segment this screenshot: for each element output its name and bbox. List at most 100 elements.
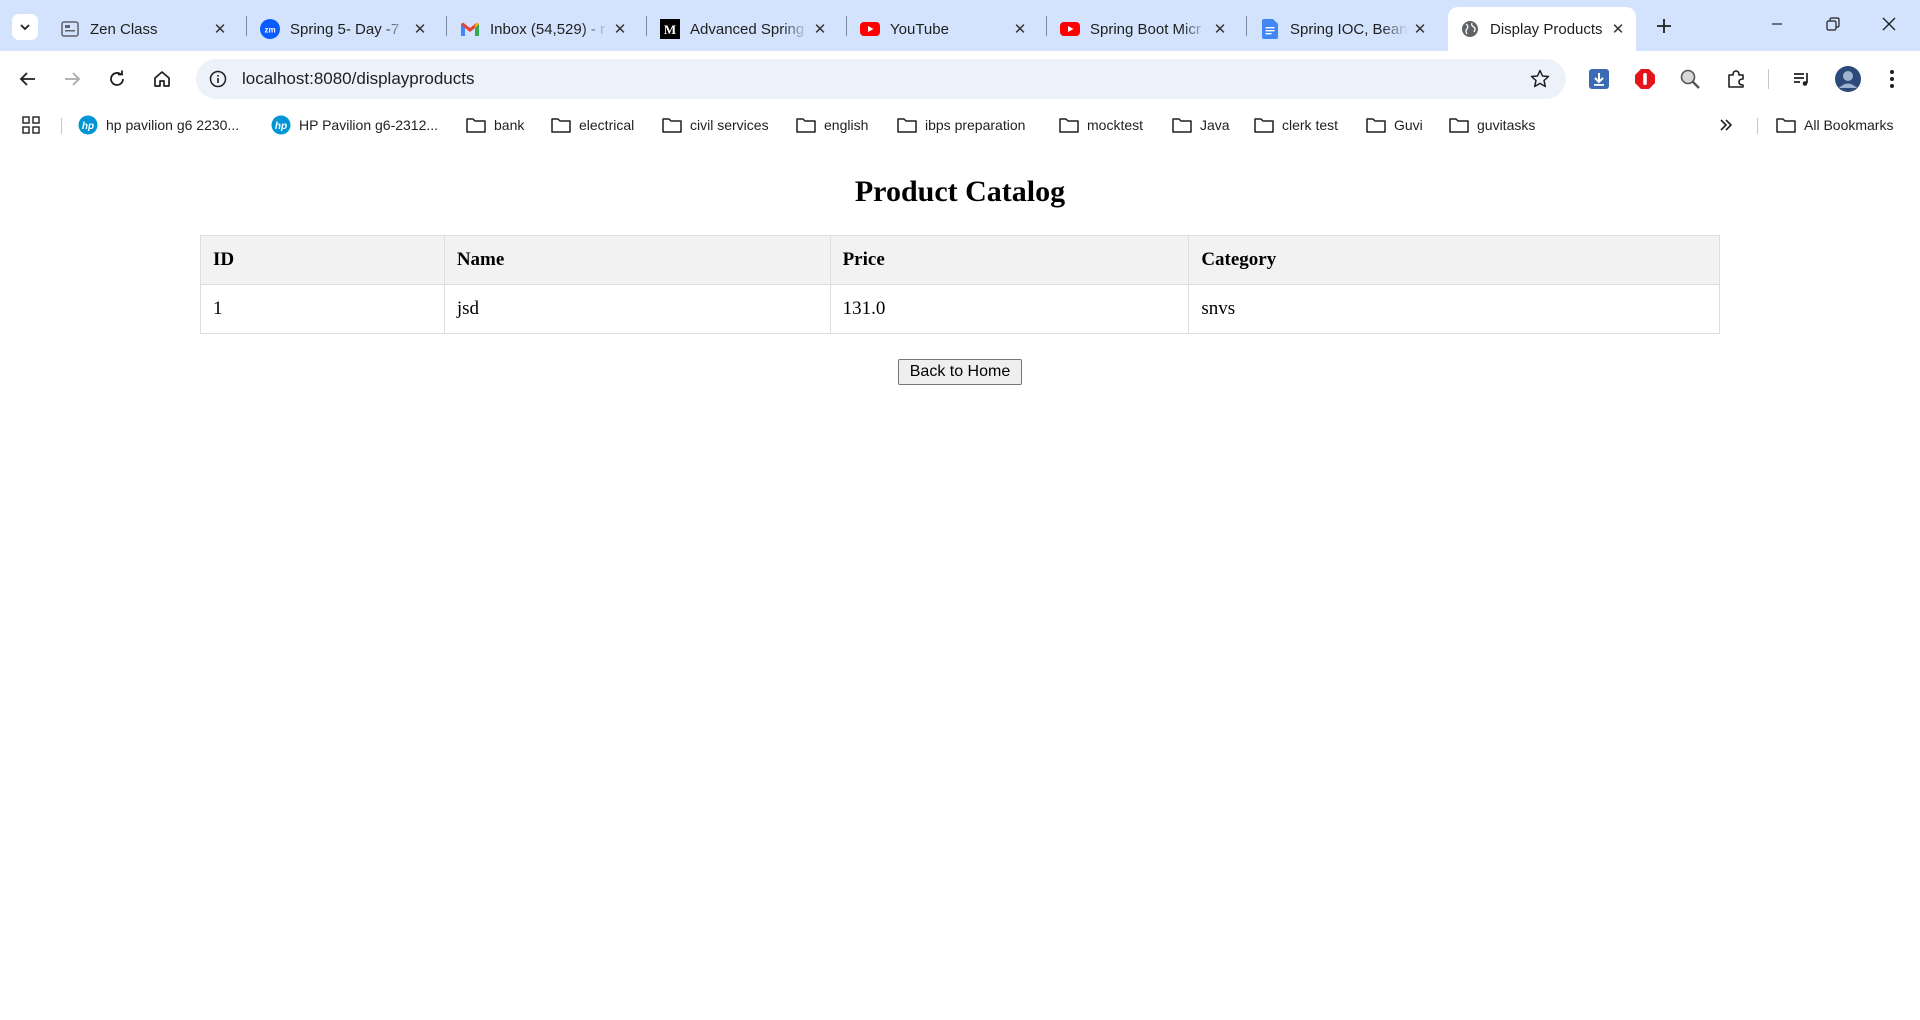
- browser-toolbar: localhost:8080/displayproducts: [0, 51, 1920, 107]
- bookmark-folder-bank[interactable]: bank: [466, 112, 524, 138]
- media-controls-button[interactable]: [1786, 63, 1818, 95]
- tab-zen-class[interactable]: Zen Class ✕: [48, 7, 238, 51]
- bookmark-hp-pavilion-2312[interactable]: hp HP Pavilion g6-2312...: [271, 112, 438, 138]
- stop-hand-icon: [1635, 69, 1655, 89]
- hp-logo-icon: hp: [271, 115, 291, 135]
- tab-youtube[interactable]: YouTube ✕: [848, 7, 1038, 51]
- column-header-id: ID: [200, 235, 445, 285]
- close-icon[interactable]: ✕: [608, 17, 632, 41]
- svg-text:hp: hp: [82, 121, 94, 132]
- close-icon[interactable]: ✕: [1408, 17, 1432, 41]
- tab-search-button[interactable]: [12, 14, 38, 40]
- youtube-icon: [1060, 19, 1080, 39]
- bookmark-star-icon[interactable]: [1528, 67, 1552, 91]
- globe-icon: [1460, 19, 1480, 39]
- bookmark-label: Guvi: [1394, 117, 1423, 133]
- zoom-icon: zm: [260, 19, 280, 39]
- gmail-icon: [460, 19, 480, 39]
- bookmark-folder-guvitasks[interactable]: guvitasks: [1449, 112, 1535, 138]
- cell-name: jsd: [443, 284, 831, 334]
- tab-spring-ioc[interactable]: Spring IOC, Bean ✕: [1248, 7, 1438, 51]
- download-extension-button[interactable]: [1583, 63, 1615, 95]
- bookmark-label: ibps preparation: [925, 117, 1026, 133]
- tab-separator: [246, 16, 247, 36]
- tab-inbox[interactable]: Inbox (54,529) - r ✕: [448, 7, 638, 51]
- close-icon[interactable]: ✕: [1008, 17, 1032, 41]
- folder-icon: [662, 116, 682, 134]
- tab-spring-boot-micro[interactable]: Spring Boot Micr ✕: [1048, 7, 1238, 51]
- page-content: Product Catalog ID Name Price Category 1…: [0, 143, 1920, 1020]
- restore-button[interactable]: [1810, 8, 1856, 40]
- forward-nav-button[interactable]: [56, 63, 88, 95]
- bookmark-folder-english[interactable]: english: [796, 112, 868, 138]
- folder-icon: [466, 116, 486, 134]
- folder-icon: [1449, 116, 1469, 134]
- bookmark-folder-java[interactable]: Java: [1172, 112, 1230, 138]
- close-icon[interactable]: ✕: [408, 17, 432, 41]
- all-bookmarks-button[interactable]: All Bookmarks: [1776, 112, 1893, 138]
- chevron-double-right-icon: [1720, 119, 1733, 131]
- close-icon[interactable]: ✕: [808, 17, 832, 41]
- tab-display-products[interactable]: Display Products ✕: [1448, 7, 1636, 51]
- address-bar[interactable]: localhost:8080/displayproducts: [196, 59, 1566, 99]
- bookmark-label: bank: [494, 117, 525, 133]
- close-window-button[interactable]: [1866, 8, 1912, 40]
- bookmark-folder-clerk-test[interactable]: clerk test: [1254, 112, 1338, 138]
- more-vert-icon: [1890, 70, 1894, 88]
- url-text[interactable]: localhost:8080/displayproducts: [242, 69, 474, 89]
- minimize-button[interactable]: [1754, 8, 1800, 40]
- folder-icon: [1366, 116, 1386, 134]
- puzzle-icon: [1728, 70, 1744, 88]
- tab-advanced-spring[interactable]: M Advanced Spring ✕: [648, 7, 838, 51]
- bookmark-label: english: [824, 117, 869, 133]
- download-icon: [1589, 69, 1609, 89]
- medium-icon: M: [660, 19, 680, 39]
- bookmark-folder-electrical[interactable]: electrical: [551, 112, 634, 138]
- menu-button[interactable]: [1876, 63, 1908, 95]
- all-bookmarks-label: All Bookmarks: [1804, 117, 1894, 133]
- reload-icon: [110, 70, 124, 86]
- toolbar-separator: [1768, 69, 1769, 89]
- tab-spring-day-7[interactable]: zm Spring 5- Day -7 ✕: [248, 7, 438, 51]
- svg-text:M: M: [664, 22, 676, 37]
- hp-logo-icon: hp: [78, 115, 98, 135]
- home-icon: [154, 71, 170, 87]
- home-button[interactable]: [146, 63, 178, 95]
- tab-separator: [846, 16, 847, 36]
- tab-separator: [1046, 16, 1047, 36]
- reload-button[interactable]: [101, 63, 133, 95]
- new-tab-button[interactable]: [1650, 12, 1678, 40]
- table-header-row: ID Name Price Category: [200, 235, 1720, 285]
- tab-title: Spring IOC, Bean: [1290, 20, 1408, 38]
- folder-icon: [897, 116, 917, 134]
- plus-icon: [1657, 19, 1671, 33]
- search-extension-button[interactable]: [1674, 63, 1706, 95]
- tab-separator: [1246, 16, 1247, 36]
- close-icon[interactable]: ✕: [1606, 17, 1630, 41]
- adblock-extension-button[interactable]: [1629, 63, 1661, 95]
- back-to-home-button[interactable]: Back to Home: [898, 359, 1022, 385]
- chevron-down-icon: [20, 24, 30, 31]
- bookmark-folder-civil-services[interactable]: civil services: [662, 112, 769, 138]
- bookmark-label: guvitasks: [1477, 117, 1536, 133]
- apps-button[interactable]: [22, 112, 40, 138]
- arrow-right-icon: [65, 72, 81, 86]
- profile-button[interactable]: [1832, 63, 1864, 95]
- bookmark-hp-pavilion-2230[interactable]: hp hp pavilion g6 2230...: [78, 112, 239, 138]
- close-icon[interactable]: ✕: [208, 17, 232, 41]
- close-icon: [1882, 17, 1896, 31]
- bookmark-folder-ibps-preparation[interactable]: ibps preparation: [897, 112, 1025, 138]
- google-docs-icon: [1260, 19, 1280, 39]
- site-info-icon[interactable]: [206, 67, 230, 91]
- back-nav-button[interactable]: [12, 63, 44, 95]
- folder-icon: [1172, 116, 1192, 134]
- more-bookmarks-button[interactable]: [1718, 112, 1734, 138]
- extensions-button[interactable]: [1720, 63, 1752, 95]
- close-icon[interactable]: ✕: [1208, 17, 1232, 41]
- tab-title: Zen Class: [90, 20, 158, 38]
- bookmark-folder-guvi[interactable]: Guvi: [1366, 112, 1423, 138]
- cell-id: 1: [200, 284, 445, 334]
- cell-price: 131.0: [829, 284, 1190, 334]
- bookmark-folder-mocktest[interactable]: mocktest: [1059, 112, 1143, 138]
- bookmarks-separator: [1757, 118, 1758, 134]
